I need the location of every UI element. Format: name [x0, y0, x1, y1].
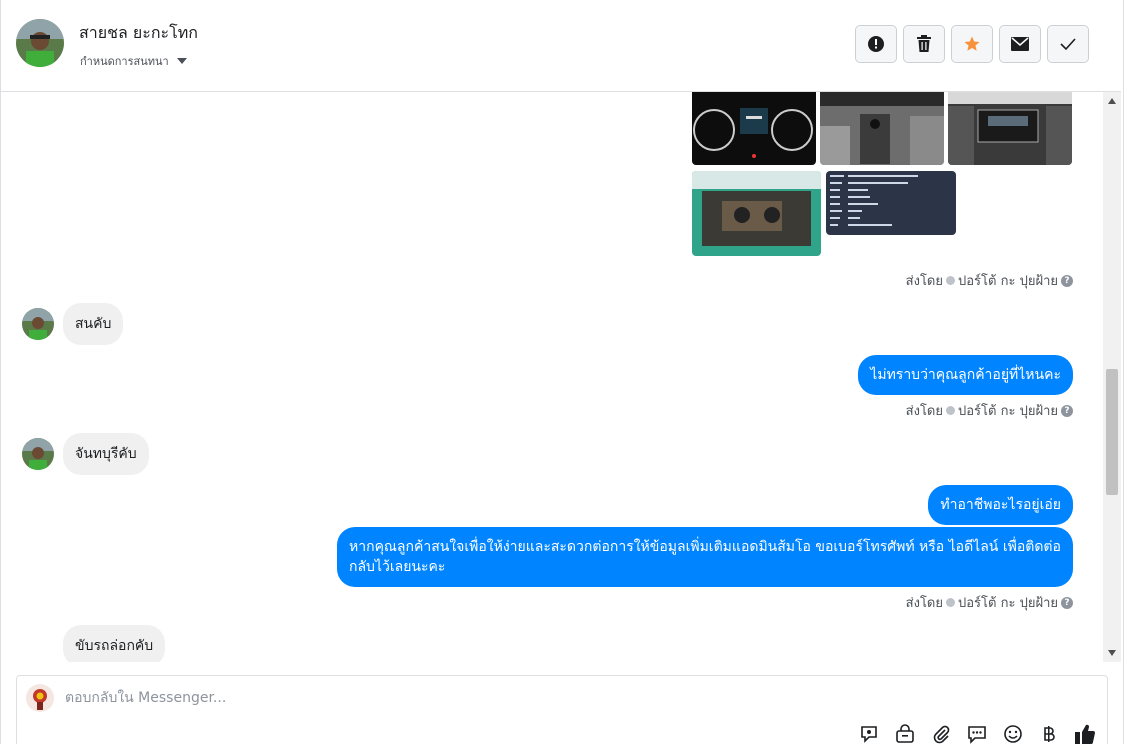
star-button[interactable]	[951, 25, 993, 63]
alert-icon	[868, 36, 884, 52]
envelope-icon	[1011, 37, 1029, 51]
contact-avatar[interactable]	[22, 308, 54, 340]
sent-by-label: ส่งโดย	[905, 404, 943, 419]
contact-avatar[interactable]	[22, 438, 54, 470]
photo-attachment[interactable]	[692, 92, 816, 165]
mark-spam-button[interactable]	[855, 25, 897, 63]
sticker-button[interactable]	[857, 722, 881, 744]
contact-name[interactable]: สายชล ยะกะโทก	[79, 21, 198, 46]
incoming-message[interactable]: ขับรถล่อกคับ	[63, 625, 166, 662]
sent-by-info: ส่งโดย ปอร์โต้ กะ ปุยฝ้าย ?	[906, 592, 1073, 613]
shop-icon	[896, 724, 914, 743]
outgoing-message[interactable]: หากคุณลูกค้าสนใจเพื่อให้ง่ายและสะดวกต่อก…	[337, 527, 1073, 587]
emoji-button[interactable]	[1001, 722, 1025, 744]
document-screenshot-attachment[interactable]	[826, 171, 956, 235]
contact-avatar[interactable]	[16, 19, 64, 67]
sent-by-label: ส่งโดย	[905, 596, 943, 611]
page-badge-icon	[946, 406, 955, 415]
photo-attachment[interactable]	[948, 92, 1072, 165]
sent-by-label: ส่งโดย	[905, 274, 943, 289]
incoming-message[interactable]: จันทบุรีคับ	[63, 433, 149, 475]
sent-by-info: ส่งโดย ปอร์โต้ กะ ปุยฝ้าย ?	[906, 400, 1073, 421]
shop-button[interactable]	[893, 722, 917, 744]
delete-button[interactable]	[903, 25, 945, 63]
conversation-settings-dropdown[interactable]: กำหนดการสนทนา	[80, 52, 187, 70]
page-avatar	[26, 684, 54, 712]
payment-button[interactable]	[1037, 722, 1061, 744]
saved-reply-icon	[968, 726, 986, 744]
saved-replies-button[interactable]	[965, 722, 989, 744]
agent-name: ปอร์โต้ กะ ปุยฝ้าย	[958, 404, 1058, 419]
sticker-icon	[861, 726, 877, 743]
scroll-thumb[interactable]	[1106, 369, 1118, 495]
reply-composer	[16, 675, 1108, 744]
conversation-actions	[855, 25, 1089, 63]
message-thread[interactable]: ส่งโดย ปอร์โต้ กะ ปุยฝ้าย ? สนคับ ไม่ทรา…	[1, 92, 1103, 662]
trash-icon	[917, 35, 931, 52]
outgoing-message[interactable]: ไม่ทราบว่าคุณลูกค้าอยู่ที่ไหนคะ	[858, 355, 1073, 395]
agent-name: ปอร์โต้ กะ ปุยฝ้าย	[958, 596, 1058, 611]
emoji-icon	[1004, 725, 1022, 743]
baht-icon	[1044, 726, 1055, 742]
scroll-down-arrow-icon[interactable]	[1108, 650, 1116, 656]
thread-scrollbar[interactable]	[1103, 92, 1121, 662]
star-icon	[964, 36, 980, 51]
composer-toolbar	[857, 722, 1097, 744]
attach-button[interactable]	[929, 722, 953, 744]
help-icon[interactable]: ?	[1061, 404, 1073, 417]
mark-done-button[interactable]	[1047, 25, 1089, 63]
help-icon[interactable]: ?	[1061, 596, 1073, 609]
incoming-message[interactable]: สนคับ	[63, 303, 124, 345]
help-icon[interactable]: ?	[1061, 274, 1073, 287]
attachment-icon	[933, 725, 950, 744]
page-badge-icon	[946, 276, 955, 285]
reply-input[interactable]	[65, 688, 965, 708]
conversation-settings-label: กำหนดการสนทนา	[80, 55, 169, 68]
agent-name: ปอร์โต้ กะ ปุยฝ้าย	[958, 274, 1058, 289]
caret-down-icon	[176, 58, 187, 64]
check-icon	[1060, 38, 1076, 51]
sent-by-info: ส่งโดย ปอร์โต้ กะ ปุยฝ้าย ?	[906, 270, 1073, 291]
conversation-header: สายชล ยะกะโทก กำหนดการสนทนา	[1, 0, 1121, 92]
photo-attachment[interactable]	[820, 92, 944, 165]
scroll-up-arrow-icon[interactable]	[1108, 98, 1116, 104]
like-button[interactable]	[1073, 722, 1097, 744]
page-badge-icon	[946, 598, 955, 607]
like-icon	[1075, 724, 1095, 744]
messenger-inbox: สายชล ยะกะโทก กำหนดการสนทนา ส่งโดย ปอร์โ…	[0, 0, 1124, 744]
photo-attachment[interactable]	[692, 171, 821, 256]
mark-unread-button[interactable]	[999, 25, 1041, 63]
outgoing-message[interactable]: ทำอาชีพอะไรอยู่เอ่ย	[928, 485, 1073, 525]
